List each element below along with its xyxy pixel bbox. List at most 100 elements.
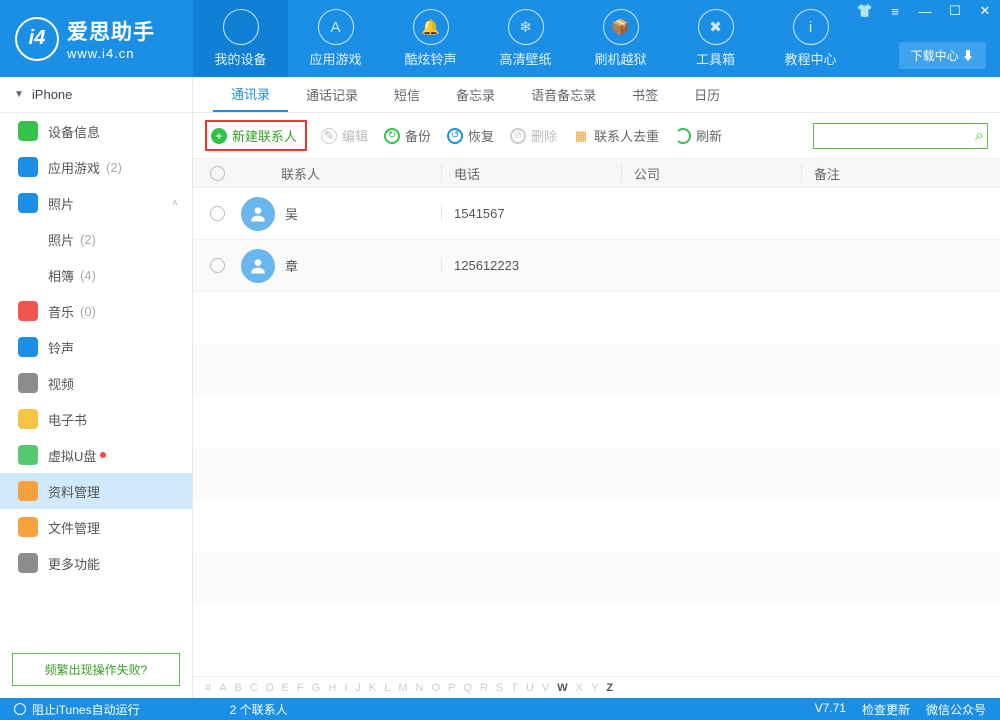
itunes-label: 阻止iTunes自动运行 [32, 701, 140, 718]
sidebar-item-更多功能[interactable]: 更多功能 [0, 545, 192, 581]
device-header[interactable]: ▼ iPhone [0, 77, 192, 113]
new-contact-highlight: + 新建联系人 [205, 120, 307, 151]
sidebar-item-相簿[interactable]: 相簿(4) [0, 257, 192, 293]
wechat-button[interactable]: 微信公众号 [926, 701, 986, 718]
tab-语音备忘录[interactable]: 语音备忘录 [513, 77, 614, 112]
col-contact[interactable]: 联系人 [241, 164, 441, 183]
nav-icon [223, 9, 259, 45]
tab-通讯录[interactable]: 通讯录 [213, 77, 288, 112]
delete-button[interactable]: ⊘ 删除 [510, 126, 557, 145]
alpha-O[interactable]: O [431, 682, 440, 694]
theme-icon[interactable]: 👕 [850, 0, 880, 22]
sidebar-item-应用游戏[interactable]: 应用游戏(2) [0, 149, 192, 185]
sidebar-item-电子书[interactable]: 电子书 [0, 401, 192, 437]
alpha-X[interactable]: X [576, 682, 583, 694]
alpha-L[interactable]: L [384, 682, 390, 694]
nav-酷炫铃声[interactable]: 🔔酷炫铃声 [383, 0, 478, 77]
alpha-N[interactable]: N [416, 682, 424, 694]
refresh-button[interactable]: 刷新 [675, 126, 722, 145]
nav-icon: ❄ [508, 9, 544, 45]
sidebar-icon [18, 517, 38, 537]
alpha-B[interactable]: B [234, 682, 241, 694]
minimize-icon[interactable]: — [910, 0, 940, 22]
row-checkbox[interactable] [210, 206, 225, 221]
sidebar-icon [18, 301, 38, 321]
nav-高清壁纸[interactable]: ❄高清壁纸 [478, 0, 573, 77]
table-row[interactable]: 吴 1541567 [193, 188, 1000, 240]
sidebar-item-铃声[interactable]: 铃声 [0, 329, 192, 365]
sidebar-item-照片[interactable]: 照片˄ [0, 185, 192, 221]
alpha-J[interactable]: J [355, 682, 361, 694]
alpha-#[interactable]: # [205, 682, 211, 694]
alpha-Q[interactable]: Q [463, 682, 472, 694]
sidebar-item-虚拟U盘[interactable]: 虚拟U盘 [0, 437, 192, 473]
col-company[interactable]: 公司 [621, 164, 801, 183]
search-input[interactable] [820, 129, 975, 143]
alpha-Z[interactable]: Z [606, 682, 613, 694]
alpha-R[interactable]: R [480, 682, 488, 694]
sidebar-icon [18, 409, 38, 429]
alpha-F[interactable]: F [297, 682, 304, 694]
search-icon[interactable]: ⌕ [975, 127, 984, 145]
contact-phone: 1541567 [441, 206, 621, 221]
row-checkbox[interactable] [210, 258, 225, 273]
alpha-D[interactable]: D [266, 682, 274, 694]
footer: 阻止iTunes自动运行 2 个联系人 V7.71 检查更新 微信公众号 [0, 698, 1000, 720]
alpha-A[interactable]: A [219, 682, 226, 694]
alpha-Y[interactable]: Y [591, 682, 598, 694]
logo[interactable]: i4 爱思助手 www.i4.cn [0, 0, 193, 77]
download-center-button[interactable]: 下载中心 ⬇ [899, 42, 986, 69]
sidebar-item-资料管理[interactable]: 资料管理 [0, 473, 192, 509]
sidebar-icon [18, 121, 38, 141]
alpha-I[interactable]: I [344, 682, 347, 694]
alpha-T[interactable]: T [511, 682, 518, 694]
sidebar-item-设备信息[interactable]: 设备信息 [0, 113, 192, 149]
alpha-S[interactable]: S [496, 682, 503, 694]
nav-教程中心[interactable]: i教程中心 [763, 0, 858, 77]
maximize-icon[interactable]: ☐ [940, 0, 970, 22]
tab-短信[interactable]: 短信 [376, 77, 438, 112]
sidebar-item-文件管理[interactable]: 文件管理 [0, 509, 192, 545]
alpha-P[interactable]: P [448, 682, 455, 694]
close-icon[interactable]: ✕ [970, 0, 1000, 22]
app-name: 爱思助手 [67, 16, 155, 46]
nav-工具箱[interactable]: ✖工具箱 [668, 0, 763, 77]
edit-icon: ✎ [321, 128, 337, 144]
table-row[interactable]: 章 125612223 [193, 240, 1000, 292]
nav-我的设备[interactable]: 我的设备 [193, 0, 288, 77]
alpha-V[interactable]: V [542, 682, 549, 694]
alpha-E[interactable]: E [282, 682, 289, 694]
help-button[interactable]: 频繁出现操作失败? [12, 653, 180, 686]
tab-备忘录[interactable]: 备忘录 [438, 77, 513, 112]
sidebar-icon [18, 481, 38, 501]
alpha-H[interactable]: H [328, 682, 336, 694]
menu-icon[interactable]: ≡ [880, 0, 910, 22]
version-label: V7.71 [815, 701, 846, 718]
nav-icon: 📦 [603, 9, 639, 45]
alpha-W[interactable]: W [557, 682, 567, 694]
itunes-checkbox[interactable] [14, 703, 26, 715]
check-update-button[interactable]: 检查更新 [862, 701, 910, 718]
alpha-C[interactable]: C [250, 682, 258, 694]
alpha-G[interactable]: G [312, 682, 321, 694]
nav-刷机越狱[interactable]: 📦刷机越狱 [573, 0, 668, 77]
alpha-U[interactable]: U [526, 682, 534, 694]
restore-button[interactable]: ↺ 恢复 [447, 126, 494, 145]
alpha-K[interactable]: K [369, 682, 376, 694]
nav-应用游戏[interactable]: A应用游戏 [288, 0, 383, 77]
tab-通话记录[interactable]: 通话记录 [288, 77, 376, 112]
sidebar-item-照片[interactable]: 照片(2) [0, 221, 192, 257]
col-note[interactable]: 备注 [801, 164, 1000, 183]
tab-书签[interactable]: 书签 [614, 77, 676, 112]
backup-button[interactable]: ↻ 备份 [384, 126, 431, 145]
select-all-checkbox[interactable] [210, 166, 225, 181]
search-box[interactable]: ⌕ [813, 123, 988, 149]
sidebar-item-音乐[interactable]: 音乐(0) [0, 293, 192, 329]
alpha-M[interactable]: M [398, 682, 407, 694]
tab-日历[interactable]: 日历 [676, 77, 738, 112]
col-phone[interactable]: 电话 [441, 164, 621, 183]
dedup-button[interactable]: ▦ 联系人去重 [573, 126, 659, 145]
new-contact-button[interactable]: + 新建联系人 [211, 126, 297, 145]
edit-button[interactable]: ✎ 编辑 [321, 126, 368, 145]
sidebar-item-视频[interactable]: 视频 [0, 365, 192, 401]
